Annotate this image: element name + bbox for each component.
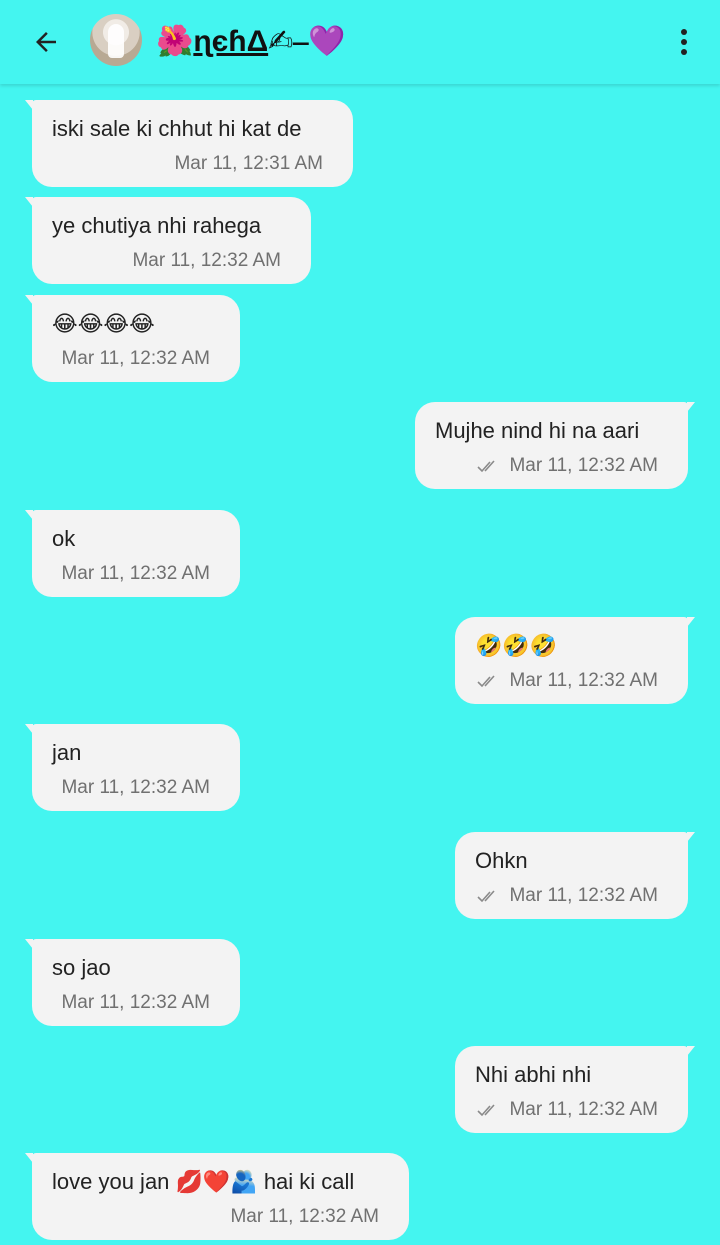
message-meta: Mar 11, 12:32 AM [230,1206,379,1228]
message-time: Mar 11, 12:32 AM [509,455,658,476]
message-bubble-incoming[interactable]: so jao Mar 11, 12:32 AM [25,939,240,1026]
title-name: ɳєɦΔ [193,25,269,58]
message-text: ok [52,526,76,551]
message-bubble-incoming[interactable]: ok Mar 11, 12:32 AM [25,510,240,597]
message-bubble-incoming[interactable]: love you jan 💋❤️🫂 hai ki call Mar 11, 12… [25,1153,409,1240]
message-time: Mar 11, 12:32 AM [61,563,210,584]
message-bubble-outgoing[interactable]: Mujhe nind hi na aari Mar 11, 12:32 AM [415,402,695,489]
message-text: 🤣🤣🤣 [475,633,558,658]
title-prefix-emoji: 🌺 [156,25,194,58]
chat-header: 🌺ɳєɦΔ✍⎯💜 [0,0,720,84]
message-bubble-incoming[interactable]: 😂😂😂😂 Mar 11, 12:32 AM [25,295,240,382]
message-text: 😂😂😂😂 [52,311,155,336]
message-time: Mar 11, 12:32 AM [509,1099,658,1120]
message-text: Ohkn [475,848,528,873]
contact-name[interactable]: 🌺ɳєɦΔ✍⎯💜 [156,22,346,62]
title-suffix: ✍⎯💜 [268,25,346,58]
message-time: Mar 11, 12:32 AM [509,670,658,691]
message-meta: Mar 11, 12:32 AM [61,563,210,585]
more-vertical-icon [681,29,687,35]
message-bubble-outgoing[interactable]: Nhi abhi nhi Mar 11, 12:32 AM [455,1046,695,1133]
message-meta: Mar 11, 12:32 AM [477,1099,658,1121]
message-meta: Mar 11, 12:31 AM [174,153,323,175]
more-options-button[interactable] [664,22,704,62]
message-meta: Mar 11, 12:32 AM [132,250,281,272]
message-time: Mar 11, 12:32 AM [230,1206,379,1227]
message-text: Nhi abhi nhi [475,1062,592,1087]
message-time: Mar 11, 12:32 AM [509,885,658,906]
message-text: Mujhe nind hi na aari [435,418,640,443]
message-meta: Mar 11, 12:32 AM [61,777,210,799]
message-meta: Mar 11, 12:32 AM [477,885,658,907]
message-time: Mar 11, 12:32 AM [132,250,281,271]
double-check-icon [477,460,496,473]
message-time: Mar 11, 12:31 AM [174,153,323,174]
message-bubble-incoming[interactable]: iski sale ki chhut hi kat de Mar 11, 12:… [25,100,353,187]
message-time: Mar 11, 12:32 AM [61,992,210,1013]
message-bubble-outgoing[interactable]: 🤣🤣🤣 Mar 11, 12:32 AM [455,617,695,704]
arrow-left-icon [36,32,56,52]
message-text: love you jan 💋❤️🫂 hai ki call [52,1169,355,1194]
message-time: Mar 11, 12:32 AM [61,348,210,369]
double-check-icon [477,890,496,903]
message-meta: Mar 11, 12:32 AM [477,670,658,692]
message-meta: Mar 11, 12:32 AM [61,348,210,370]
message-text: jan [52,740,82,765]
message-text: iski sale ki chhut hi kat de [52,116,302,141]
message-bubble-incoming[interactable]: ye chutiya nhi rahega Mar 11, 12:32 AM [25,197,311,284]
message-meta: Mar 11, 12:32 AM [477,455,658,477]
message-meta: Mar 11, 12:32 AM [61,992,210,1014]
message-time: Mar 11, 12:32 AM [61,777,210,798]
message-text: ye chutiya nhi rahega [52,213,262,238]
contact-avatar[interactable] [90,14,142,66]
message-bubble-outgoing[interactable]: Ohkn Mar 11, 12:32 AM [455,832,695,919]
double-check-icon [477,1104,496,1117]
double-check-icon [477,675,496,688]
message-text: so jao [52,955,111,980]
back-button[interactable] [26,22,66,62]
message-bubble-incoming[interactable]: jan Mar 11, 12:32 AM [25,724,240,811]
